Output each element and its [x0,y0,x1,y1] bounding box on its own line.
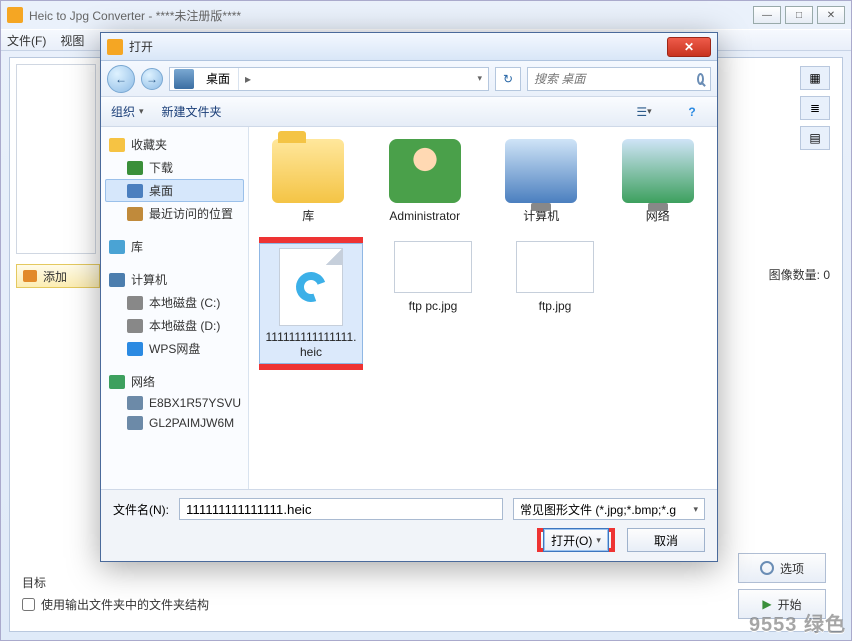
file-item-network[interactable]: 网络 [609,135,708,227]
minimize-button[interactable]: — [753,6,781,24]
dialog-icon [107,39,123,55]
add-images-button[interactable]: 添加 [16,264,100,288]
open-button[interactable]: 打开(O)▾ [543,528,609,552]
download-icon [127,161,143,175]
search-field[interactable] [534,72,691,86]
options-button[interactable]: 选项 [738,553,826,583]
desktop-icon [127,184,143,198]
file-item-ftp-pc[interactable]: ftp pc.jpg [381,237,485,370]
breadcrumb-desktop[interactable]: 桌面 [198,68,239,90]
tree-favorites[interactable]: 收藏夹 [105,133,244,156]
close-button[interactable]: ✕ [817,6,845,24]
view-thumbnail-button[interactable]: ▦ [800,66,830,90]
folder-icon [272,139,344,203]
filter-text: 常见图形文件 (*.jpg;*.bmp;*.g [520,501,676,518]
chevron-right-icon[interactable]: ▸ [239,72,257,86]
image-preview-area [16,64,96,254]
network-icon [109,375,125,389]
computer-icon [505,139,577,203]
file-label: 网络 [646,209,670,223]
cancel-button[interactable]: 取消 [627,528,705,552]
library-icon [109,240,125,254]
computer-icon [127,416,143,430]
desktop-icon [174,69,194,89]
target-label: 目标 [22,574,46,591]
image-file-icon [516,241,594,293]
search-input[interactable] [527,67,711,91]
heic-file-icon [279,248,343,326]
watermark: 9553 绿色 [749,608,846,637]
image-file-icon [394,241,472,293]
file-item-library[interactable]: 库 [259,135,358,227]
add-images-label: 添加 [43,268,67,285]
gear-icon [760,561,774,575]
star-icon [109,138,125,152]
use-structure-checkbox[interactable] [22,598,35,611]
computer-icon [127,396,143,410]
disk-icon [127,296,143,310]
file-item-ftp[interactable]: ftp.jpg [503,237,607,370]
tree-desktop[interactable]: 桌面 [105,179,244,202]
dialog-close-button[interactable]: ✕ [667,37,711,57]
view-list-button[interactable]: ≣ [800,96,830,120]
file-label: 111111111111111.heic [264,330,358,359]
search-icon [697,73,704,85]
image-count: 图像数量: 0 [769,266,830,283]
file-label: 计算机 [523,209,559,223]
disk-icon [127,319,143,333]
tree-wps[interactable]: WPS网盘 [105,337,244,360]
nav-back-button[interactable]: ← [107,65,135,93]
chevron-down-icon: ▾ [693,504,698,515]
tree-disk-d[interactable]: 本地磁盘 (D:) [105,314,244,337]
new-folder-button[interactable]: 新建文件夹 [162,103,222,120]
image-icon [23,270,37,282]
file-item-computer[interactable]: 计算机 [492,135,591,227]
nav-forward-button[interactable]: → [141,68,163,90]
filename-label: 文件名(N): [113,501,169,518]
cloud-icon [127,342,143,356]
recent-icon [127,207,143,221]
user-folder-icon [389,139,461,203]
tree-network[interactable]: 网络 [105,370,244,393]
open-button-highlight: 打开(O)▾ [537,528,615,552]
nav-tree: 收藏夹 下载 桌面 最近访问的位置 库 计算机 本地磁盘 (C:) 本地磁盘 (… [101,127,249,489]
file-label: 库 [302,209,314,223]
view-mode-button[interactable]: ☰ ▾ [629,102,659,122]
network-icon [622,139,694,203]
tree-node-2[interactable]: GL2PAIMJW6M [105,413,244,433]
file-label: ftp pc.jpg [409,299,458,313]
dialog-title: 打开 [129,38,667,55]
filename-input[interactable] [179,498,503,520]
maximize-button[interactable]: □ [785,6,813,24]
file-item-admin[interactable]: Administrator [376,135,475,227]
computer-icon [109,273,125,287]
view-grid-button[interactable]: ▤ [800,126,830,150]
refresh-button[interactable]: ↻ [495,67,521,91]
tree-libraries[interactable]: 库 [105,235,244,258]
use-structure-label: 使用输出文件夹中的文件夹结构 [41,596,209,613]
organize-menu[interactable]: 组织▾ [111,103,144,120]
tree-recent[interactable]: 最近访问的位置 [105,202,244,225]
tree-downloads[interactable]: 下载 [105,156,244,179]
file-label: ftp.jpg [539,299,572,313]
app-icon [7,7,23,23]
tree-disk-c[interactable]: 本地磁盘 (C:) [105,291,244,314]
chevron-down-icon[interactable]: ▾ [471,73,488,84]
chevron-down-icon: ▾ [596,535,601,546]
file-list: 库 Administrator 计算机 网络 [249,127,717,489]
file-label: Administrator [389,209,460,223]
tree-node-1[interactable]: E8BX1R57YSVU [105,393,244,413]
app-title: Heic to Jpg Converter - ****未注册版**** [29,7,753,24]
file-type-filter[interactable]: 常见图形文件 (*.jpg;*.bmp;*.g ▾ [513,498,705,520]
tree-computer[interactable]: 计算机 [105,268,244,291]
help-button[interactable]: ? [677,102,707,122]
breadcrumb[interactable]: 桌面 ▸ ▾ [169,67,489,91]
file-item-heic-selected[interactable]: 111111111111111.heic [259,237,363,370]
menu-file[interactable]: 文件(F) [7,32,46,49]
menu-view[interactable]: 视图 [60,32,84,49]
open-dialog: 打开 ✕ ← → 桌面 ▸ ▾ ↻ 组织▾ 新建文件夹 ☰ ▾ ? 收藏夹 [100,32,718,562]
